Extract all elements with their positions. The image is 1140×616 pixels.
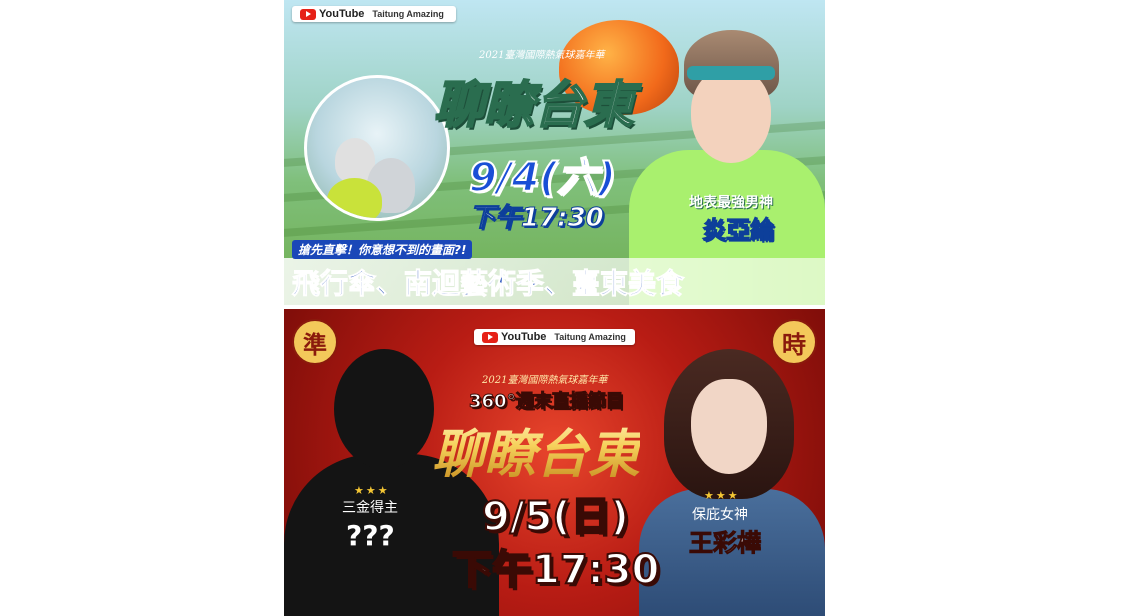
channel-name: Taitung Amazing	[372, 9, 444, 19]
youtube-label: YouTube	[319, 8, 365, 20]
youtube-label: YouTube	[501, 331, 547, 343]
youtube-channel-bar: YouTube Taitung Amazing	[292, 6, 456, 22]
paragliding-photo	[304, 75, 450, 221]
guest-left-tagline: 三金得主	[342, 500, 398, 516]
poster-bottom: 準 時 開 播 YouTube Taitung Amazing 2021臺灣國際…	[284, 309, 825, 616]
broadcast-date: 9/4(六)	[468, 154, 617, 202]
event-name: 2021臺灣國際熱氣球嘉年華	[479, 50, 605, 61]
show-title: 聊瞭台東	[432, 412, 640, 487]
youtube-play-icon	[300, 8, 316, 20]
guest-left-name: ???	[346, 519, 395, 552]
poster-top: YouTube Taitung Amazing 2021臺灣國際熱氣球嘉年華 聊…	[284, 0, 825, 305]
event-name: 2021臺灣國際熱氣球嘉年華	[482, 375, 608, 386]
guest-right-name: 王彩樺	[689, 529, 762, 558]
youtube-logo: YouTube	[482, 331, 546, 343]
broadcast-time: 下午17:30	[451, 546, 660, 594]
youtube-logo: YouTube	[300, 8, 364, 20]
guest-right-tagline: 保庇女神	[692, 507, 748, 523]
broadcast-date: 9/5(日)	[481, 493, 630, 541]
topics-list: 飛行傘、南迴藝術季、臺東美食	[291, 267, 685, 301]
host-name: 炎亞綸	[702, 216, 775, 245]
host-tagline: 地表最強男神	[689, 195, 773, 211]
channel-name: Taitung Amazing	[554, 332, 626, 342]
stars-icon: ★★★	[354, 484, 390, 497]
teaser-text: 搶先直擊！你意想不到的畫面?!	[292, 240, 473, 259]
program-name: 360°週末直播節目	[469, 391, 625, 413]
youtube-channel-bar: YouTube Taitung Amazing	[474, 329, 635, 345]
youtube-play-icon	[482, 331, 498, 343]
stars-icon: ★★★	[704, 489, 740, 502]
show-title: 聊瞭台東	[433, 75, 635, 135]
broadcast-time: 下午17:30	[469, 203, 605, 234]
